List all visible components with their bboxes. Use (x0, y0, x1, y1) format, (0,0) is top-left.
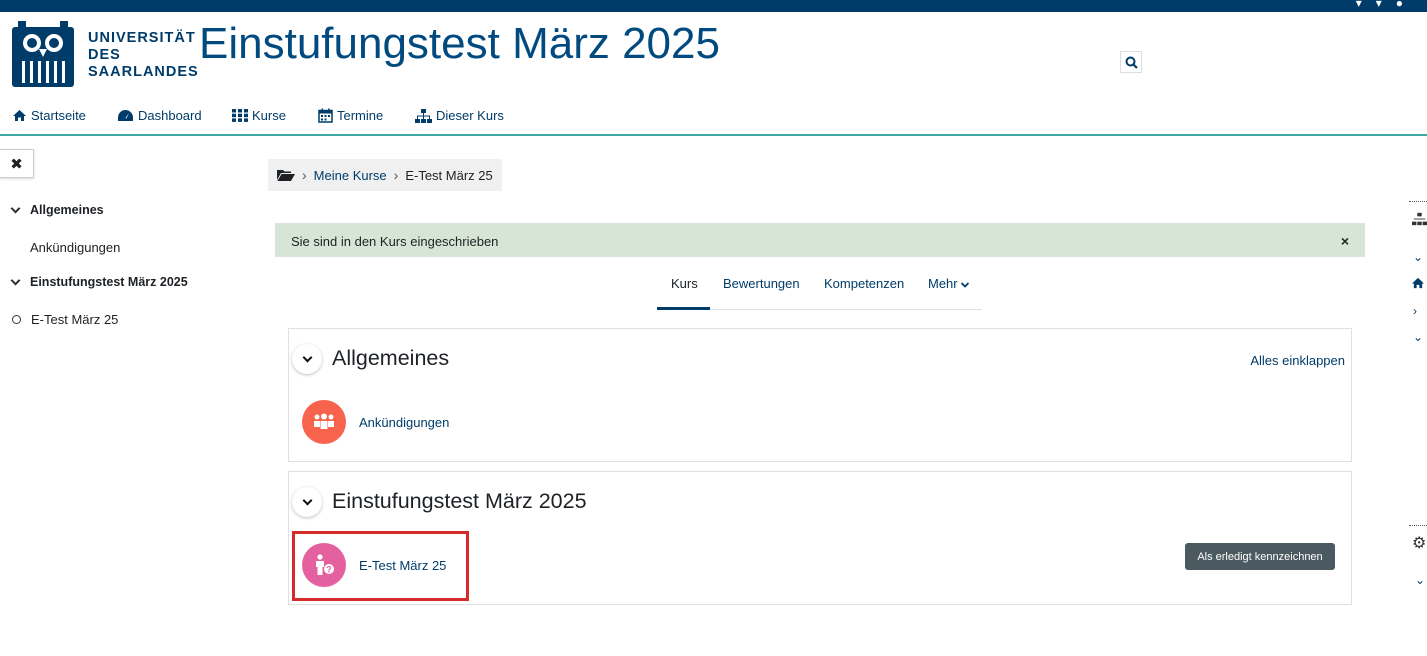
mark-as-done-button[interactable]: Als erledigt kennzeichnen (1185, 543, 1335, 570)
breadcrumb-separator: › (393, 167, 399, 183)
logo-line-3: SAARLANDES (88, 64, 199, 80)
close-icon: ✖ (10, 155, 23, 173)
active-tab-indicator (657, 307, 710, 310)
tab-mehr[interactable]: Mehr (928, 276, 970, 291)
navigation-block-icon[interactable] (1412, 212, 1427, 229)
nav-item-startseite[interactable]: Startseite (12, 108, 86, 123)
logo-line-2: DES (88, 47, 121, 63)
drawer-section-label: Allgemeines (30, 203, 104, 217)
university-name: UNIVERSITÄT DES SAARLANDES (88, 30, 199, 81)
sitemap-icon (1412, 212, 1427, 226)
chevron-down-icon (961, 282, 970, 288)
home-icon[interactable] (1411, 277, 1425, 292)
drawer-item-ankuendigungen[interactable]: Ankündigungen (30, 240, 120, 255)
chevron-down-icon[interactable]: ⌄ (1415, 573, 1425, 587)
chevron-down-icon[interactable] (10, 203, 21, 213)
forum-icon (314, 413, 334, 429)
alert-message: Sie sind in den Kurs eingeschrieben (291, 234, 499, 249)
top-bar-icons: ▾▾● (1355, 0, 1417, 10)
search-icon (1125, 56, 1138, 69)
nav-item-termine[interactable]: Termine (318, 108, 383, 123)
section-title[interactable]: Einstufungstest März 2025 (332, 489, 587, 514)
home-glyph (1412, 277, 1424, 289)
chevron-down-icon (302, 495, 312, 505)
chevron-down-icon[interactable]: ⌄ (1413, 330, 1423, 344)
nav-label: Dashboard (138, 108, 202, 123)
section-allgemeines: Allgemeines Alles einklappen Ankündigung… (288, 328, 1352, 462)
tab-kompetenzen[interactable]: Kompetenzen (824, 276, 904, 291)
drawer-item-label: E-Test März 25 (31, 312, 119, 327)
completion-circle-icon (12, 315, 21, 324)
tab-bewertungen[interactable]: Bewertungen (723, 276, 800, 291)
collapse-all-link[interactable]: Alles einklappen (1250, 353, 1345, 368)
drawer-section-allgemeines[interactable]: Allgemeines (10, 203, 104, 217)
enrolment-alert: Sie sind in den Kurs eingeschrieben × (275, 223, 1365, 257)
breadcrumb-separator: › (302, 167, 307, 183)
top-bar: ▾▾● (0, 0, 1427, 12)
drawer-item-label: Ankündigungen (30, 240, 121, 255)
chevron-down-icon (302, 352, 312, 362)
owl-seal-icon (12, 21, 74, 87)
drawer-section-label: Einstufungstest März 2025 (30, 275, 188, 289)
grid-icon (232, 109, 248, 122)
breadcrumb: › Meine Kurse › E-Test März 25 (268, 159, 502, 191)
primary-navigation: Startseite Dashboard Kurse Termine Diese… (0, 106, 1427, 136)
tab-mehr-label: Mehr (928, 276, 958, 291)
home-icon (13, 110, 26, 121)
folder-open-icon[interactable] (277, 168, 295, 182)
drawer-close-button[interactable]: ✖ (0, 149, 34, 178)
tab-kurs[interactable]: Kurs (671, 276, 698, 291)
nav-label: Dieser Kurs (436, 108, 504, 123)
logo-line-1: UNIVERSITÄT (88, 30, 196, 46)
chevron-down-icon[interactable]: ⌄ (1413, 250, 1423, 264)
sitemap-icon (415, 108, 432, 123)
drawer-section-einstufungstest[interactable]: Einstufungstest März 2025 (10, 275, 188, 289)
nav-label: Startseite (31, 108, 86, 123)
search-button[interactable] (1120, 51, 1142, 73)
nav-item-dashboard[interactable]: Dashboard (117, 108, 202, 123)
course-tabs: Kurs Bewertungen Kompetenzen Mehr (657, 268, 982, 310)
site-title[interactable]: Einstufungstest März 2025 (199, 19, 720, 69)
block-divider (1409, 201, 1427, 202)
gear-icon[interactable]: ⚙ (1412, 533, 1426, 553)
section-title[interactable]: Allgemeines (332, 346, 449, 371)
nav-item-dieser-kurs[interactable]: Dieser Kurs (415, 108, 504, 123)
block-divider (1409, 525, 1427, 526)
calendar-icon (318, 108, 333, 123)
section-collapse-button[interactable] (292, 487, 322, 517)
section-collapse-button[interactable] (292, 344, 322, 374)
alert-close-button[interactable]: × (1341, 233, 1349, 249)
dashboard-icon (118, 110, 133, 121)
drawer-item-etest[interactable]: E-Test März 25 (12, 312, 118, 327)
highlight-box (292, 531, 469, 601)
nav-item-kurse[interactable]: Kurse (232, 108, 286, 123)
chevron-down-icon[interactable] (10, 275, 21, 285)
breadcrumb-meine-kurse[interactable]: Meine Kurse (314, 168, 387, 183)
breadcrumb-current: E-Test März 25 (405, 167, 493, 183)
nav-label: Termine (337, 108, 384, 123)
nav-label: Kurse (252, 108, 286, 123)
activity-link-ankuendigungen[interactable]: Ankündigungen (359, 415, 449, 430)
forum-activity-icon[interactable] (302, 400, 346, 444)
chevron-right-icon[interactable]: › (1413, 304, 1417, 318)
